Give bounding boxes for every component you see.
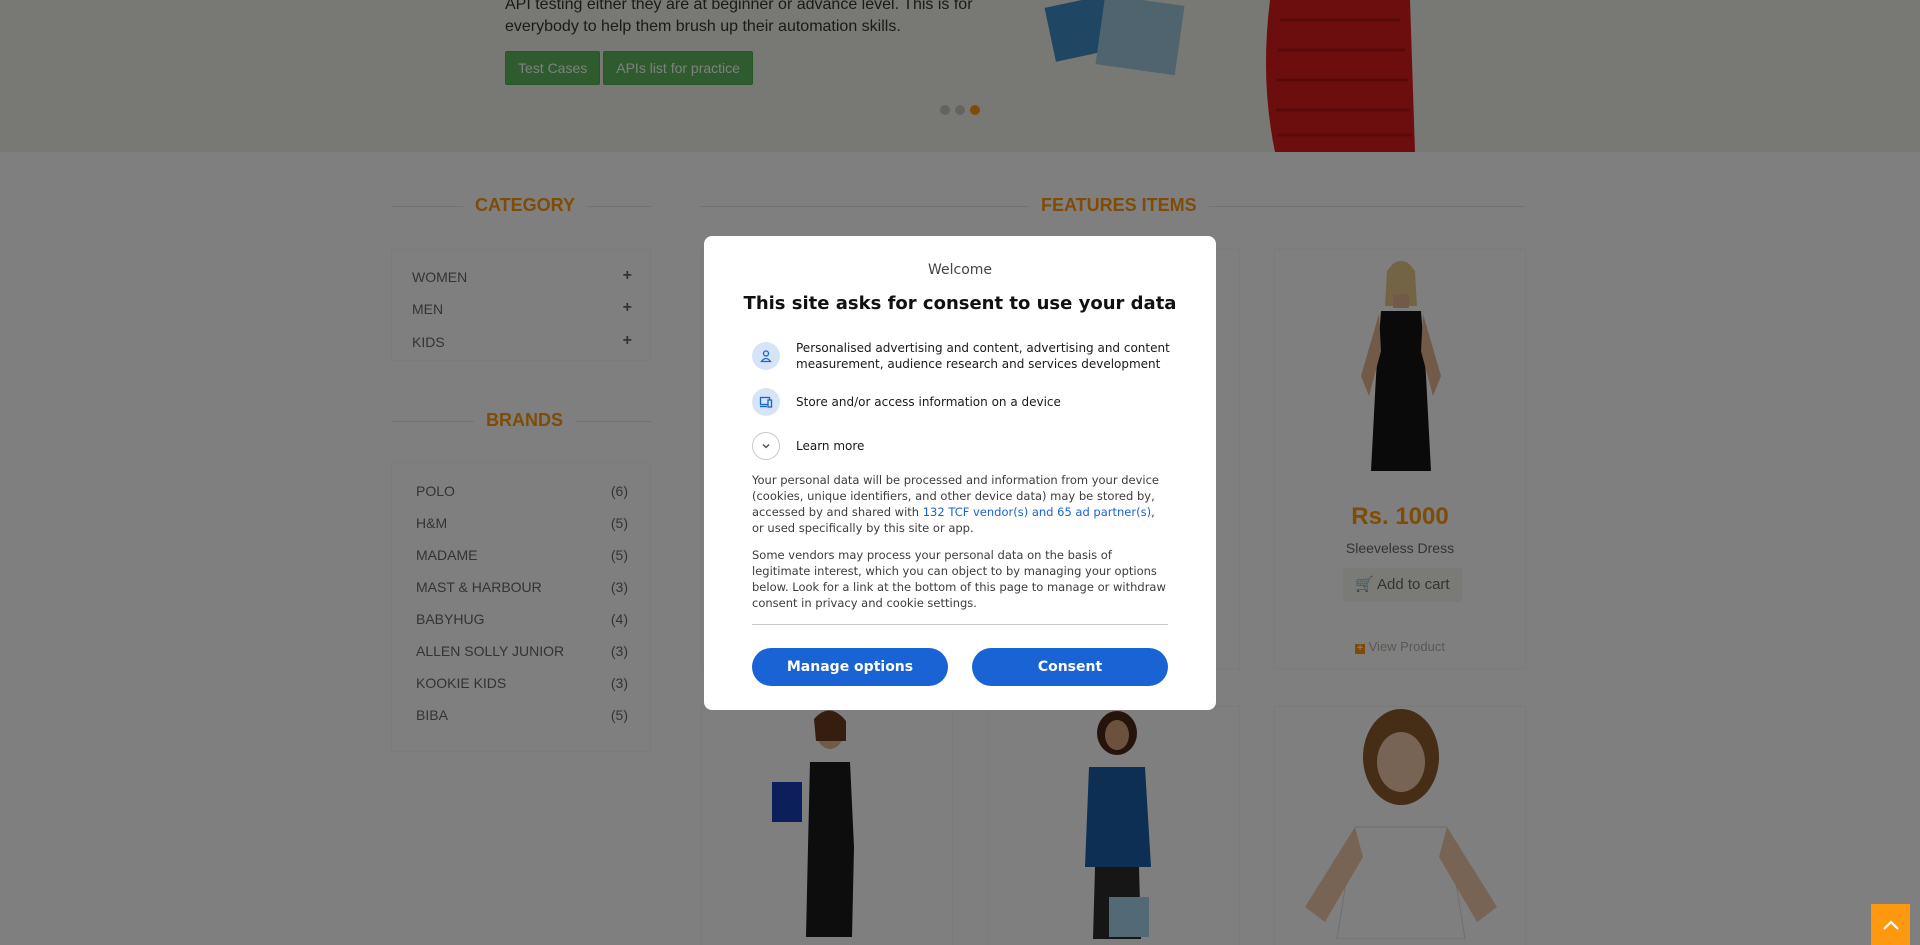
- chevron-down-icon[interactable]: [752, 432, 780, 460]
- person-icon: [752, 342, 780, 370]
- learn-more-label[interactable]: Learn more: [796, 438, 864, 454]
- purpose-personalised-advertising: Personalised advertising and content, ad…: [752, 340, 1172, 372]
- consent-button[interactable]: Consent: [972, 648, 1168, 686]
- chevron-up-icon: [1882, 919, 1899, 930]
- manage-options-button[interactable]: Manage options: [752, 648, 948, 686]
- dialog-welcome: Welcome: [927, 262, 993, 278]
- consent-dialog: Welcome This site asks for consent to us…: [704, 236, 1216, 710]
- scroll-up-button[interactable]: [1871, 904, 1910, 945]
- consent-paragraph-1: Your personal data will be processed and…: [752, 472, 1168, 536]
- purpose-store-access: Store and/or access information on a dev…: [752, 388, 1172, 416]
- device-icon: [752, 388, 780, 416]
- dialog-divider: [752, 624, 1168, 625]
- dialog-title: This site asks for consent to use your d…: [743, 293, 1177, 314]
- vendors-link[interactable]: 132 TCF vendor(s) and 65 ad partner(s): [923, 505, 1151, 519]
- purpose-text: Personalised advertising and content, ad…: [796, 341, 1170, 371]
- learn-more-toggle[interactable]: Learn more: [752, 432, 1172, 460]
- purpose-text: Store and/or access information on a dev…: [796, 395, 1061, 409]
- consent-paragraph-2: Some vendors may process your personal d…: [752, 548, 1166, 610]
